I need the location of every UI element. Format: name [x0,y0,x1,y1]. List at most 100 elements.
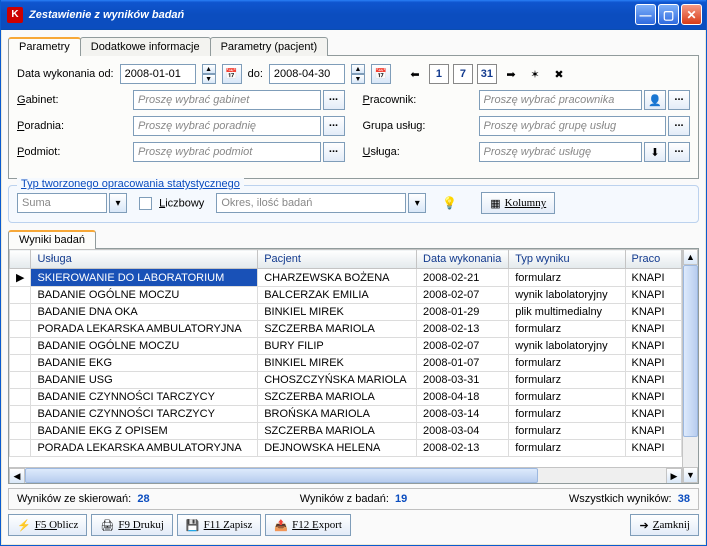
stat-badan-label: Wyników z badań: [300,493,389,505]
cell: 2008-03-14 [417,406,509,423]
filter-poradnia-input[interactable] [133,116,321,136]
cell: BADANIE EKG [31,355,258,372]
hint-bulb-icon[interactable]: 💡 [442,196,457,210]
date-from-spin-down[interactable]: ▼ [202,74,216,84]
cell: BADANIE USG [31,372,258,389]
table-row[interactable]: BADANIE EKGBINKIEL MIREK2008-01-07formul… [10,355,682,372]
tab-parametry[interactable]: Parametry [8,37,81,56]
stat-wszystkich-value: 38 [678,493,690,505]
maximize-button[interactable]: ▢ [658,4,679,25]
col-1[interactable]: Usługa [31,250,258,269]
range-7-icon[interactable]: 7 [453,64,473,84]
table-row[interactable]: BADANIE OGÓLNE MOCZUBURY FILIP2008-02-07… [10,338,682,355]
status-bar: Wyników ze skierowań: 28 Wyników z badań… [8,488,699,510]
col-4[interactable]: Typ wyniku [509,250,625,269]
filter-gabinet-input[interactable] [133,90,321,110]
filter-gabinet-browse[interactable]: ... [323,90,345,110]
filter-usluga-icon[interactable]: ⬇ [644,142,666,162]
table-row[interactable]: PORADA LEKARSKA AMBULATORYJNADEJNOWSKA H… [10,440,682,457]
col-5[interactable]: Praco [625,250,681,269]
scroll-left-icon[interactable]: ◀ [9,468,25,484]
table-row[interactable]: BADANIE DNA OKABINKIEL MIREK2008-01-29pl… [10,304,682,321]
filters-area: Gabinet:...Poradnia:...Podmiot:... Praco… [17,90,690,168]
cell: KNAPI [625,321,681,338]
stat-skierowan-label: Wyników ze skierowań: [17,493,131,505]
cell: KNAPI [625,372,681,389]
close-button[interactable]: ✕ [681,4,702,25]
date-to-spin-up[interactable]: ▲ [351,64,365,74]
filter-podmiot-input[interactable] [133,142,321,162]
range-1-icon[interactable]: 1 [429,64,449,84]
kolumny-button[interactable]: ▦ Kolumny [481,192,555,214]
date-from-label: Data wykonania od: [17,68,114,80]
table-row[interactable]: BADANIE OGÓLNE MOCZUBALCERZAK EMILIA2008… [10,287,682,304]
tab-wyniki-badan[interactable]: Wyniki badań [8,230,96,249]
filter-pracownik-browse[interactable]: ... [668,90,690,110]
results-grid: UsługaPacjentData wykonaniaTyp wynikuPra… [8,248,699,484]
col-3[interactable]: Data wykonania [417,250,509,269]
date-to-calendar-icon[interactable]: 📅 [371,64,391,84]
nav-prev-icon[interactable]: ⬅ [405,64,425,84]
cell: DEJNOWSKA HELENA [258,440,417,457]
filter-grupa-browse[interactable]: ... [668,116,690,136]
scroll-up-icon[interactable]: ▲ [683,249,698,265]
cell: BINKIEL MIREK [258,355,417,372]
app-window: K Zestawienie z wyników badań — ▢ ✕ Para… [0,0,707,546]
date-from-spin-up[interactable]: ▲ [202,64,216,74]
cell: formularz [509,440,625,457]
main-tabs: Parametry Dodatkowe informacje Parametry… [8,36,699,55]
filter-grupa-input[interactable] [479,116,667,136]
table-row[interactable]: BADANIE CZYNNOŚCI TARCZYCYBROŃSKA MARIOL… [10,406,682,423]
tab-dodatkowe[interactable]: Dodatkowe informacje [80,37,211,56]
table-row[interactable]: BADANIE EKG Z OPISEMSZCZERBA MARIOLA2008… [10,423,682,440]
cell: 2008-03-31 [417,372,509,389]
cell: BALCERZAK EMILIA [258,287,417,304]
filter-podmiot-browse[interactable]: ... [323,142,345,162]
scroll-down-icon[interactable]: ▼ [683,467,698,483]
tab-parametry-pacjent[interactable]: Parametry (pacjent) [210,37,329,56]
col-0[interactable] [10,250,31,269]
filter-usluga-browse[interactable]: ... [668,142,690,162]
date-to-input[interactable] [269,64,345,84]
liczbowy-checkbox[interactable] [139,197,152,210]
date-to-spin-down[interactable]: ▼ [351,74,365,84]
cell: 2008-02-13 [417,321,509,338]
cell: formularz [509,355,625,372]
zapisz-button[interactable]: 💾F11 Zapisz [177,514,262,536]
horizontal-scrollbar[interactable]: ◀ ▶ [9,467,682,483]
cell: CHARZEWSKA BOŻENA [258,269,417,287]
drukuj-button[interactable]: 🖨F9 Drukuj [91,514,173,536]
suma-dropdown-icon[interactable]: ▾ [109,193,127,213]
clear-range-icon[interactable]: ✖ [549,64,569,84]
filter-usluga-input[interactable] [479,142,643,162]
table-row[interactable]: ▶SKIEROWANIE DO LABORATORIUMCHARZEWSKA B… [10,269,682,287]
filter-pracownik-icon[interactable]: 👤 [644,90,666,110]
table-row[interactable]: BADANIE USGCHOSZCZYŃSKA MARIOLA2008-03-3… [10,372,682,389]
vertical-scrollbar[interactable]: ▲ ▼ [682,249,698,483]
range-31-icon[interactable]: 31 [477,64,497,84]
cell: BADANIE OGÓLNE MOCZU [31,287,258,304]
nav-next-icon[interactable]: ➡ [501,64,521,84]
cell: KNAPI [625,355,681,372]
liczbowy-dropdown-icon[interactable]: ▾ [408,193,426,213]
cell: formularz [509,321,625,338]
zamknij-button[interactable]: ➔Zamknij [630,514,699,536]
filter-pracownik-label: Pracownik: [363,94,473,106]
oblicz-button[interactable]: ⚡F5 Oblicz [8,514,87,536]
star-icon[interactable]: ✶ [525,64,545,84]
date-from-input[interactable] [120,64,196,84]
date-from-calendar-icon[interactable]: 📅 [222,64,242,84]
filter-pracownik-input[interactable] [479,90,643,110]
bolt-icon: ⚡ [17,519,31,532]
table-row[interactable]: BADANIE CZYNNOŚCI TARCZYCYSZCZERBA MARIO… [10,389,682,406]
table-row[interactable]: PORADA LEKARSKA AMBULATORYJNASZCZERBA MA… [10,321,682,338]
cell: PORADA LEKARSKA AMBULATORYJNA [31,440,258,457]
minimize-button[interactable]: — [635,4,656,25]
export-button[interactable]: 📤F12 Export [265,514,351,536]
grid-tabs: Wyniki badań [8,229,699,248]
export-icon: 📤 [274,519,288,532]
col-2[interactable]: Pacjent [258,250,417,269]
scroll-right-icon[interactable]: ▶ [666,468,682,484]
filter-poradnia-browse[interactable]: ... [323,116,345,136]
cell: CHOSZCZYŃSKA MARIOLA [258,372,417,389]
